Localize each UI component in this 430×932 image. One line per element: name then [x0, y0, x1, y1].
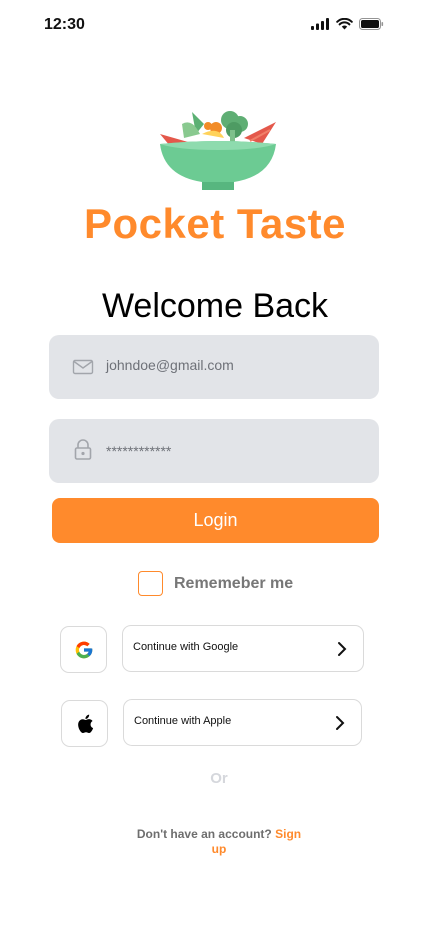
login-button[interactable]: Login [52, 498, 379, 543]
remember-checkbox[interactable] [138, 571, 163, 596]
apple-button-label: Continue with Apple [134, 715, 232, 727]
page-title: Welcome Back [101, 287, 329, 325]
email-value: johndoe@gmail.com [106, 357, 234, 373]
continue-with-apple-button[interactable]: Continue with Apple [123, 699, 362, 746]
apple-icon [77, 714, 93, 733]
chevron-right-icon [338, 642, 347, 656]
signup-prompt: Don't have an account? Sign up [136, 827, 302, 857]
battery-icon [359, 18, 384, 30]
wifi-icon [336, 18, 353, 30]
status-bar: 12:30 [0, 0, 430, 52]
signal-icon [311, 18, 329, 30]
signup-text: Don't have an account? [136, 827, 272, 841]
or-divider: Or [210, 770, 228, 787]
continue-with-google-button[interactable]: Continue with Google [122, 625, 364, 672]
password-value: ************ [106, 443, 172, 459]
lock-icon [74, 439, 92, 460]
google-button-label: Continue with Google [133, 641, 239, 653]
password-field[interactable]: ************ [49, 419, 379, 483]
chevron-right-icon [336, 716, 345, 730]
email-field[interactable]: johndoe@gmail.com [49, 335, 379, 399]
remember-me[interactable]: Rememeber me [138, 571, 293, 596]
salad-bowl-icon [160, 111, 276, 190]
google-icon [75, 641, 92, 658]
status-icons [311, 18, 384, 30]
google-icon-button[interactable] [60, 626, 107, 673]
remember-label: Rememeber me [174, 574, 294, 592]
brand-title: Pocket Taste [84, 200, 346, 247]
apple-icon-button[interactable] [61, 700, 108, 747]
status-time: 12:30 [44, 16, 85, 33]
mail-icon [72, 359, 94, 375]
